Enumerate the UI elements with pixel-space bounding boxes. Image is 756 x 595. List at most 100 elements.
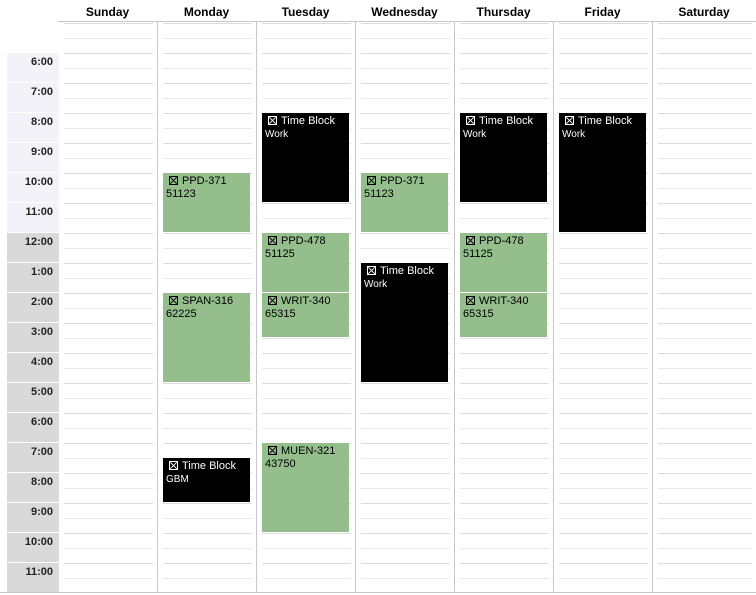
grid-line xyxy=(658,143,752,144)
day-column-saturday[interactable] xyxy=(652,22,756,592)
grid-line xyxy=(64,308,153,309)
course-event[interactable]: PPD-478 51125 xyxy=(262,232,349,292)
checkbox-x-icon[interactable] xyxy=(367,176,376,185)
hour-label: 1:00 xyxy=(7,262,59,292)
time-block-event[interactable]: Time Block Work xyxy=(361,262,448,382)
grid-line xyxy=(559,83,648,84)
grid-line xyxy=(460,443,549,444)
checkbox-x-icon[interactable] xyxy=(169,296,178,305)
grid-line xyxy=(262,98,351,99)
grid-line xyxy=(163,278,252,279)
grid-line xyxy=(658,473,752,474)
grid-line xyxy=(163,233,252,234)
grid-line xyxy=(361,458,450,459)
grid-line xyxy=(64,488,153,489)
grid-line xyxy=(64,383,153,384)
grid-line xyxy=(361,233,450,234)
grid-line xyxy=(361,578,450,579)
hour-label: 7:00 xyxy=(7,82,59,112)
grid-line xyxy=(460,398,549,399)
grid-line xyxy=(163,98,252,99)
checkbox-x-icon[interactable] xyxy=(268,446,277,455)
grid-line xyxy=(262,383,351,384)
time-block-event[interactable]: Time Block Work xyxy=(262,112,349,202)
grid-line xyxy=(163,113,252,114)
course-event[interactable]: SPAN-316 62225 xyxy=(163,292,250,382)
day-header-tuesday: Tuesday xyxy=(256,0,355,22)
grid-line xyxy=(559,548,648,549)
grid-line xyxy=(361,23,450,24)
grid-line xyxy=(559,578,648,579)
grid-line xyxy=(64,278,153,279)
grid-line xyxy=(460,548,549,549)
grid-line xyxy=(658,428,752,429)
grid-line xyxy=(64,23,153,24)
grid-line xyxy=(361,113,450,114)
grid-line xyxy=(361,533,450,534)
grid-line xyxy=(559,533,648,534)
checkbox-x-icon[interactable] xyxy=(565,116,574,125)
course-event[interactable]: WRIT-340 65315 xyxy=(262,292,349,337)
grid-line xyxy=(460,383,549,384)
grid-line xyxy=(559,458,648,459)
event-title: SPAN-316 xyxy=(182,295,234,307)
checkbox-x-icon[interactable] xyxy=(466,116,475,125)
grid-line xyxy=(64,263,153,264)
grid-line xyxy=(559,53,648,54)
course-event[interactable]: PPD-478 51125 xyxy=(460,232,547,292)
grid-line xyxy=(658,38,752,39)
grid-line xyxy=(361,158,450,159)
grid-line xyxy=(163,533,252,534)
course-event[interactable]: WRIT-340 65315 xyxy=(460,292,547,337)
grid-line xyxy=(163,578,252,579)
grid-line xyxy=(262,68,351,69)
grid-line xyxy=(64,248,153,249)
course-event[interactable]: MUEN-321 43750 xyxy=(262,442,349,532)
grid-line xyxy=(361,143,450,144)
day-column-friday[interactable] xyxy=(553,22,652,592)
event-title: WRIT-340 xyxy=(479,295,529,307)
hour-label: 5:00 xyxy=(7,382,59,412)
checkbox-x-icon[interactable] xyxy=(466,236,475,245)
time-block-event[interactable]: Time Block Work xyxy=(559,112,646,232)
grid-line xyxy=(559,428,648,429)
event-title: PPD-371 xyxy=(380,175,425,187)
grid-line xyxy=(559,293,648,294)
grid-line xyxy=(262,83,351,84)
grid-line xyxy=(361,83,450,84)
checkbox-x-icon[interactable] xyxy=(268,116,277,125)
grid-line xyxy=(658,398,752,399)
time-block-event[interactable]: Time Block GBM xyxy=(163,457,250,502)
checkbox-x-icon[interactable] xyxy=(169,176,178,185)
checkbox-x-icon[interactable] xyxy=(169,461,178,470)
grid-line xyxy=(658,353,752,354)
grid-line xyxy=(658,563,752,564)
grid-line xyxy=(64,323,153,324)
grid-line xyxy=(262,428,351,429)
hour-label: 11:00 xyxy=(7,202,59,232)
grid-line xyxy=(460,368,549,369)
grid-line xyxy=(64,548,153,549)
grid-line xyxy=(64,113,153,114)
checkbox-x-icon[interactable] xyxy=(268,296,277,305)
course-event[interactable]: PPD-371 51123 xyxy=(163,172,250,232)
grid-line xyxy=(163,68,252,69)
time-block-event[interactable]: Time Block Work xyxy=(460,112,547,202)
hour-label: 9:00 xyxy=(7,502,59,532)
checkbox-x-icon[interactable] xyxy=(466,296,475,305)
grid-line xyxy=(262,533,351,534)
grid-line xyxy=(658,68,752,69)
course-event[interactable]: PPD-371 51123 xyxy=(361,172,448,232)
day-column-sunday[interactable] xyxy=(58,22,157,592)
checkbox-x-icon[interactable] xyxy=(367,266,376,275)
event-subtitle: 51123 xyxy=(166,188,196,200)
grid-line xyxy=(262,338,351,339)
event-subtitle: Work xyxy=(463,129,487,140)
grid-line xyxy=(658,188,752,189)
grid-line xyxy=(460,458,549,459)
hour-label: 2:00 xyxy=(7,292,59,322)
grid-line xyxy=(658,413,752,414)
grid-line xyxy=(262,413,351,414)
checkbox-x-icon[interactable] xyxy=(268,236,277,245)
day-header-friday: Friday xyxy=(553,0,652,22)
